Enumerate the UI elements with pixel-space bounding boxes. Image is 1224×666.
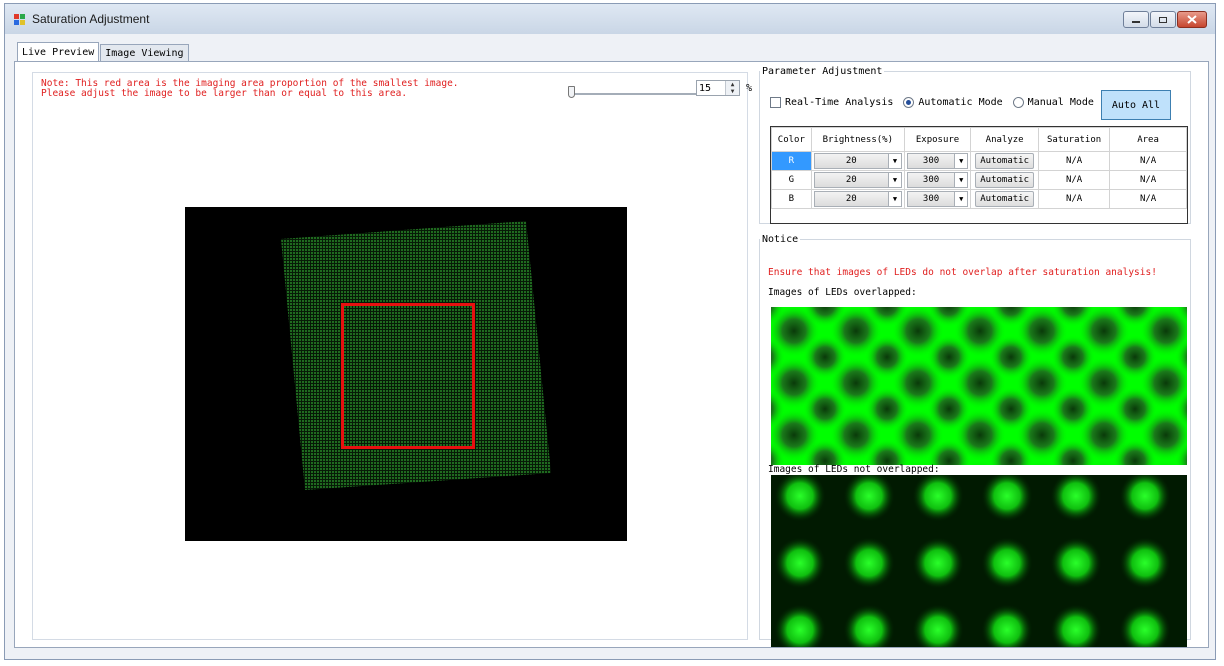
brightness-value: 20 xyxy=(845,175,857,185)
min-imaging-area xyxy=(341,303,475,449)
area-cell: N/A xyxy=(1109,189,1187,209)
tab-image-viewing[interactable]: Image Viewing xyxy=(100,44,189,61)
chevron-down-icon[interactable]: ▼ xyxy=(954,192,968,206)
col-exposure[interactable]: Exposure xyxy=(903,127,972,152)
chevron-down-icon[interactable]: ▼ xyxy=(887,173,901,187)
brightness-dropdown[interactable]: 20 ▼ xyxy=(813,153,902,169)
parameter-grid: Color Brightness(%) Exposure Analyze Sat… xyxy=(770,126,1188,224)
area-slider-track[interactable] xyxy=(568,93,698,96)
manual-mode-label: Manual Mode xyxy=(1027,97,1094,108)
exposure-value: 300 xyxy=(922,156,940,166)
window-title: Saturation Adjustment xyxy=(32,12,150,26)
table-row[interactable]: B 20 ▼ 300 ▼ Automatic N/A N/A xyxy=(771,189,1187,209)
exposure-dropdown[interactable]: 300 ▼ xyxy=(906,153,969,169)
manual-mode-radio[interactable] xyxy=(1012,97,1024,108)
not-overlapped-label: Images of LEDs not overlapped: xyxy=(768,464,940,475)
realtime-label: Real-Time Analysis xyxy=(785,97,894,108)
brightness-dropdown[interactable]: 20 ▼ xyxy=(813,191,902,207)
overlapped-label: Images of LEDs overlapped: xyxy=(768,287,917,298)
row-color[interactable]: B xyxy=(771,189,812,209)
tab-live-preview[interactable]: Live Preview xyxy=(17,42,100,61)
brightness-value: 20 xyxy=(845,156,857,166)
area-percent-spinner[interactable]: ▲▼ xyxy=(696,80,740,96)
tab-strip: Live Preview Image Viewing xyxy=(17,42,190,62)
overlapped-led-image xyxy=(771,307,1187,465)
grid-header-row: Color Brightness(%) Exposure Analyze Sat… xyxy=(771,127,1187,152)
app-icon xyxy=(14,14,25,25)
col-brightness[interactable]: Brightness(%) xyxy=(810,127,905,152)
tab-panel: Note: This red area is the imaging area … xyxy=(14,61,1209,648)
col-analyze[interactable]: Analyze xyxy=(970,127,1040,152)
col-area[interactable]: Area xyxy=(1109,127,1187,152)
title-bar[interactable]: Saturation Adjustment xyxy=(5,4,1215,34)
overlapped-led-graphic xyxy=(771,307,1187,465)
notice-warning: Ensure that images of LEDs do not overla… xyxy=(768,267,1157,278)
parameter-legend: Parameter Adjustment xyxy=(762,66,883,77)
table-row[interactable]: G 20 ▼ 300 ▼ Automatic N/A N/A xyxy=(771,170,1187,190)
note-line-2: Please adjust the image to be larger tha… xyxy=(41,88,408,99)
camera-preview xyxy=(185,207,627,541)
area-cell: N/A xyxy=(1109,170,1187,190)
not-overlapped-led-graphic xyxy=(771,475,1187,647)
minimize-button[interactable] xyxy=(1123,11,1149,28)
exposure-dropdown[interactable]: 300 ▼ xyxy=(906,191,969,207)
chevron-down-icon[interactable]: ▼ xyxy=(887,192,901,206)
automatic-mode-label: Automatic Mode xyxy=(918,97,1003,108)
automatic-mode-radio[interactable] xyxy=(903,97,915,108)
notice-group: Notice Ensure that images of LEDs do not… xyxy=(759,234,1191,647)
exposure-dropdown[interactable]: 300 ▼ xyxy=(906,172,969,188)
col-color[interactable]: Color xyxy=(771,127,812,152)
chevron-down-icon[interactable]: ▼ xyxy=(954,154,968,168)
notice-legend: Notice xyxy=(762,234,799,245)
close-button[interactable] xyxy=(1177,11,1207,28)
analyze-button[interactable]: Automatic xyxy=(975,153,1035,169)
brightness-dropdown[interactable]: 20 ▼ xyxy=(813,172,902,188)
close-icon xyxy=(1187,15,1197,24)
maximize-icon xyxy=(1159,16,1167,23)
maximize-button[interactable] xyxy=(1150,11,1176,28)
row-color[interactable]: G xyxy=(771,170,812,190)
area-cell: N/A xyxy=(1109,151,1187,171)
spinner-arrows-icon[interactable]: ▲ ▼ xyxy=(725,81,739,95)
area-percent-input[interactable] xyxy=(699,82,725,94)
status-bar xyxy=(5,649,1215,659)
row-color[interactable]: R xyxy=(771,151,812,171)
exposure-value: 300 xyxy=(922,194,940,204)
not-overlapped-led-image xyxy=(771,475,1187,647)
area-slider-thumb[interactable] xyxy=(568,86,575,98)
preview-note: Note: This red area is the imaging area … xyxy=(41,79,459,99)
auto-all-button[interactable]: Auto All xyxy=(1101,90,1171,120)
live-preview-panel: Note: This red area is the imaging area … xyxy=(32,72,752,640)
chevron-down-icon[interactable]: ▼ xyxy=(954,173,968,187)
saturation-cell: N/A xyxy=(1038,170,1111,190)
main-window: Saturation Adjustment Live Preview Image… xyxy=(4,3,1216,660)
table-row[interactable]: R 20 ▼ 300 ▼ Automatic N/A N/A xyxy=(771,151,1187,171)
percent-unit: % xyxy=(746,83,753,94)
saturation-cell: N/A xyxy=(1038,189,1111,209)
minimize-icon xyxy=(1132,20,1140,23)
col-saturation[interactable]: Saturation xyxy=(1038,127,1111,152)
chevron-down-icon[interactable]: ▼ xyxy=(887,154,901,168)
analyze-button[interactable]: Automatic xyxy=(975,191,1035,207)
saturation-cell: N/A xyxy=(1038,151,1111,171)
analyze-button[interactable]: Automatic xyxy=(975,172,1035,188)
exposure-value: 300 xyxy=(922,175,940,185)
parameter-adjustment-group: Parameter Adjustment Real-Time Analysis … xyxy=(759,66,1191,224)
brightness-value: 20 xyxy=(845,194,857,204)
realtime-checkbox[interactable] xyxy=(770,97,781,108)
